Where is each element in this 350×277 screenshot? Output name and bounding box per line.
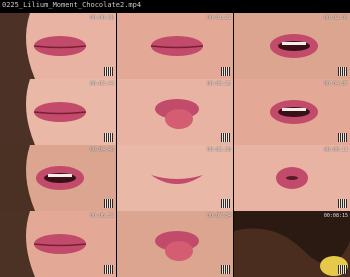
qr-code-icon	[104, 265, 113, 274]
thumbnail-grid: 00:00:38 00:01:21 00:02:03 00:02:44 00:03:25…	[0, 13, 350, 277]
video-thumbnail[interactable]: 00:07:34	[117, 211, 233, 277]
thumbnail-timestamp: 00:08:15	[323, 213, 348, 219]
thumbnail-image	[234, 13, 350, 79]
qr-code-icon	[221, 67, 230, 76]
thumbnail-timestamp: 00:02:44	[89, 81, 114, 87]
thumbnail-timestamp: 00:06:11	[323, 147, 348, 153]
thumbnail-timestamp: 00:03:25	[206, 81, 231, 87]
video-thumbnail[interactable]: 00:02:03	[234, 13, 350, 79]
thumbnail-timestamp: 00:04:07	[323, 81, 348, 87]
qr-code-icon	[104, 67, 113, 76]
video-thumbnail[interactable]: 00:08:15	[234, 211, 350, 277]
thumbnail-image	[234, 211, 350, 277]
qr-code-icon	[338, 265, 347, 274]
thumbnail-timestamp: 00:04:48	[89, 147, 114, 153]
thumbnail-image	[117, 79, 233, 145]
thumbnail-image	[0, 211, 116, 277]
video-thumbnail[interactable]: 00:01:21	[117, 13, 233, 79]
thumbnail-image	[234, 145, 350, 211]
video-thumbnail[interactable]: 00:02:44	[0, 79, 116, 145]
thumbnail-image	[117, 211, 233, 277]
file-title-bar: 0225_Lilium_Moment_Chocolate2.mp4	[0, 0, 350, 13]
thumbnail-timestamp: 00:07:34	[206, 213, 231, 219]
qr-code-icon	[338, 133, 347, 142]
qr-code-icon	[221, 199, 230, 208]
video-thumbnail[interactable]: 00:04:07	[234, 79, 350, 145]
thumbnail-timestamp: 00:06:52	[89, 213, 114, 219]
video-thumbnail[interactable]: 00:06:52	[0, 211, 116, 277]
qr-code-icon	[104, 133, 113, 142]
thumbnail-timestamp: 00:02:03	[323, 15, 348, 21]
qr-code-icon	[221, 133, 230, 142]
file-name: 0225_Lilium_Moment_Chocolate2.mp4	[2, 1, 142, 9]
thumbnail-image	[0, 13, 116, 79]
thumbnail-timestamp: 00:01:21	[206, 15, 231, 21]
qr-code-icon	[338, 67, 347, 76]
thumbnail-image	[117, 145, 233, 211]
qr-code-icon	[338, 199, 347, 208]
video-thumbnail[interactable]: 00:03:25	[117, 79, 233, 145]
thumbnail-timestamp: 00:05:30	[206, 147, 231, 153]
qr-code-icon	[104, 199, 113, 208]
thumbnail-image	[117, 13, 233, 79]
thumbnail-image	[234, 79, 350, 145]
qr-code-icon	[221, 265, 230, 274]
thumbnail-timestamp: 00:00:38	[89, 15, 114, 21]
thumbnail-image	[0, 79, 116, 145]
video-thumbnail[interactable]: 00:05:30	[117, 145, 233, 211]
video-thumbnail[interactable]: 00:04:48	[0, 145, 116, 211]
video-thumbnail[interactable]: 00:06:11	[234, 145, 350, 211]
video-thumbnail[interactable]: 00:00:38	[0, 13, 116, 79]
thumbnail-image	[0, 145, 116, 211]
